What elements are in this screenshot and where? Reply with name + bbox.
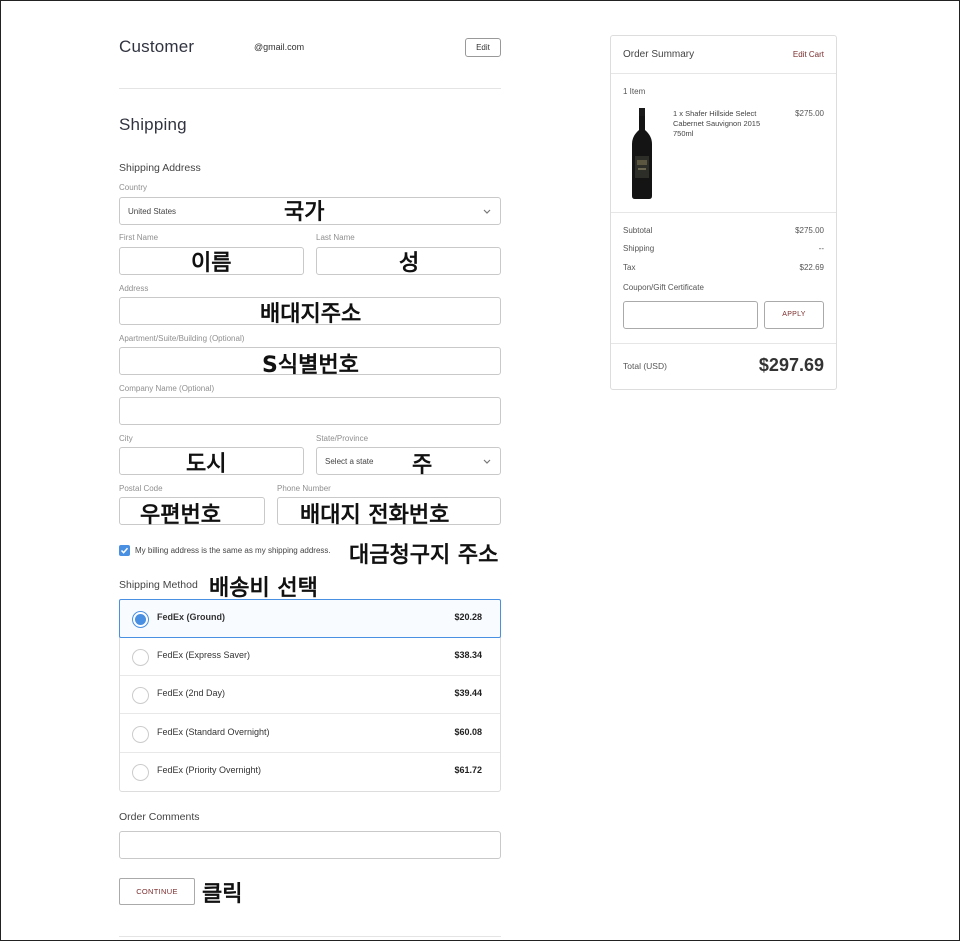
shipping-option-priority-overnight[interactable]: FedEx (Priority Overnight) $61.72 — [120, 753, 500, 791]
order-summary-title: Order Summary — [623, 49, 695, 60]
check-icon — [120, 547, 129, 554]
shipping-option-name: FedEx (Ground) — [157, 612, 225, 622]
shipping-method-list: FedEx (Ground) $20.28 FedEx (Express Sav… — [119, 599, 501, 792]
state-label: State/Province — [316, 434, 369, 443]
customer-edit-button[interactable]: Edit — [465, 38, 501, 57]
summary-divider — [611, 212, 836, 213]
radio-icon[interactable] — [132, 764, 149, 781]
company-label: Company Name (Optional) — [119, 384, 215, 393]
phone-label: Phone Number — [277, 484, 331, 493]
shipping-option-name: FedEx (Priority Overnight) — [157, 765, 262, 775]
section-divider — [119, 88, 501, 89]
subtotal-value: $275.00 — [795, 226, 824, 235]
shipping-title: Shipping — [119, 115, 187, 134]
shipping-option-name: FedEx (2nd Day) — [157, 688, 226, 698]
item-count: 1 Item — [623, 87, 646, 96]
shipping-cost-label: Shipping — [623, 244, 655, 253]
customer-email: @gmail.com — [254, 42, 305, 52]
billing-same-checkbox[interactable] — [119, 545, 130, 556]
shipping-address-heading: Shipping Address — [119, 162, 201, 174]
shipping-option-price: $60.08 — [454, 727, 482, 737]
annotation-state: 주 — [412, 453, 433, 478]
shipping-option-2nd-day[interactable]: FedEx (2nd Day) $39.44 — [120, 676, 500, 714]
last-name-label: Last Name — [316, 233, 355, 242]
tax-label: Tax — [623, 263, 636, 272]
shipping-option-name: FedEx (Standard Overnight) — [157, 727, 270, 737]
annotation-address: 배대지주소 — [260, 302, 362, 327]
company-field[interactable] — [119, 397, 501, 425]
radio-icon[interactable] — [132, 726, 149, 743]
summary-divider — [611, 73, 836, 74]
customer-title: Customer — [119, 37, 195, 56]
radio-icon[interactable] — [132, 687, 149, 704]
total-label: Total (USD) — [623, 361, 667, 371]
coupon-input[interactable] — [623, 301, 758, 329]
annotation-postal: 우편번호 — [140, 503, 221, 528]
apply-coupon-button[interactable]: APPLY — [764, 301, 824, 329]
summary-divider — [611, 343, 836, 344]
first-name-label: First Name — [119, 233, 159, 242]
annotation-billing: 대금청구지 주소 — [349, 543, 499, 568]
item-description: 1 x Shafer Hillside Select Cabernet Sauv… — [673, 109, 761, 138]
shipping-option-standard-overnight[interactable]: FedEx (Standard Overnight) $60.08 — [120, 715, 500, 753]
chevron-down-icon — [483, 459, 491, 464]
item-price: $275.00 — [795, 109, 824, 118]
postal-label: Postal Code — [119, 484, 163, 493]
tax-value: $22.69 — [799, 263, 824, 272]
state-select[interactable]: Select a state — [316, 447, 501, 475]
radio-selected-icon[interactable] — [132, 611, 149, 628]
order-summary-panel: Order Summary Edit Cart 1 Item 1 x Shafe… — [610, 35, 837, 390]
shipping-option-price: $20.28 — [454, 612, 482, 622]
annotation-phone: 배대지 전화번호 — [300, 503, 450, 528]
shipping-option-price: $38.34 — [454, 650, 482, 660]
annotation-last-name: 성 — [399, 251, 420, 276]
continue-button[interactable]: CONTINUE — [119, 878, 195, 905]
shipping-method-heading: Shipping Method — [119, 579, 198, 591]
annotation-method: 배송비 선택 — [209, 576, 318, 601]
order-comments-heading: Order Comments — [119, 811, 200, 823]
address-label: Address — [119, 284, 149, 293]
state-placeholder: Select a state — [325, 457, 374, 466]
billing-same-label: My billing address is the same as my shi… — [135, 546, 331, 555]
city-label: City — [119, 434, 133, 443]
shipping-option-price: $61.72 — [454, 765, 482, 775]
shipping-option-name: FedEx (Express Saver) — [157, 650, 251, 660]
radio-icon[interactable] — [132, 649, 149, 666]
shipping-option-price: $39.44 — [454, 688, 482, 698]
country-label: Country — [119, 183, 148, 192]
annotation-apartment: S식별번호 — [262, 353, 359, 378]
total-value: $297.69 — [758, 355, 824, 375]
shipping-cost-value: -- — [818, 244, 824, 253]
annotation-country: 국가 — [284, 200, 325, 225]
edit-cart-link[interactable]: Edit Cart — [793, 50, 824, 59]
bottom-divider — [119, 936, 501, 937]
chevron-down-icon — [483, 209, 491, 214]
annotation-city: 도시 — [186, 452, 227, 477]
shipping-option-express-saver[interactable]: FedEx (Express Saver) $38.34 — [120, 638, 500, 676]
apartment-label: Apartment/Suite/Building (Optional) — [119, 334, 245, 343]
order-comments-field[interactable] — [119, 831, 501, 859]
country-value: United States — [128, 207, 177, 216]
coupon-label: Coupon/Gift Certificate — [623, 283, 704, 292]
wine-bottle-image — [632, 108, 652, 199]
shipping-option-ground[interactable]: FedEx (Ground) $20.28 — [119, 599, 501, 638]
annotation-continue: 클릭 — [202, 882, 243, 907]
annotation-first-name: 이름 — [191, 251, 232, 276]
subtotal-label: Subtotal — [623, 226, 653, 235]
